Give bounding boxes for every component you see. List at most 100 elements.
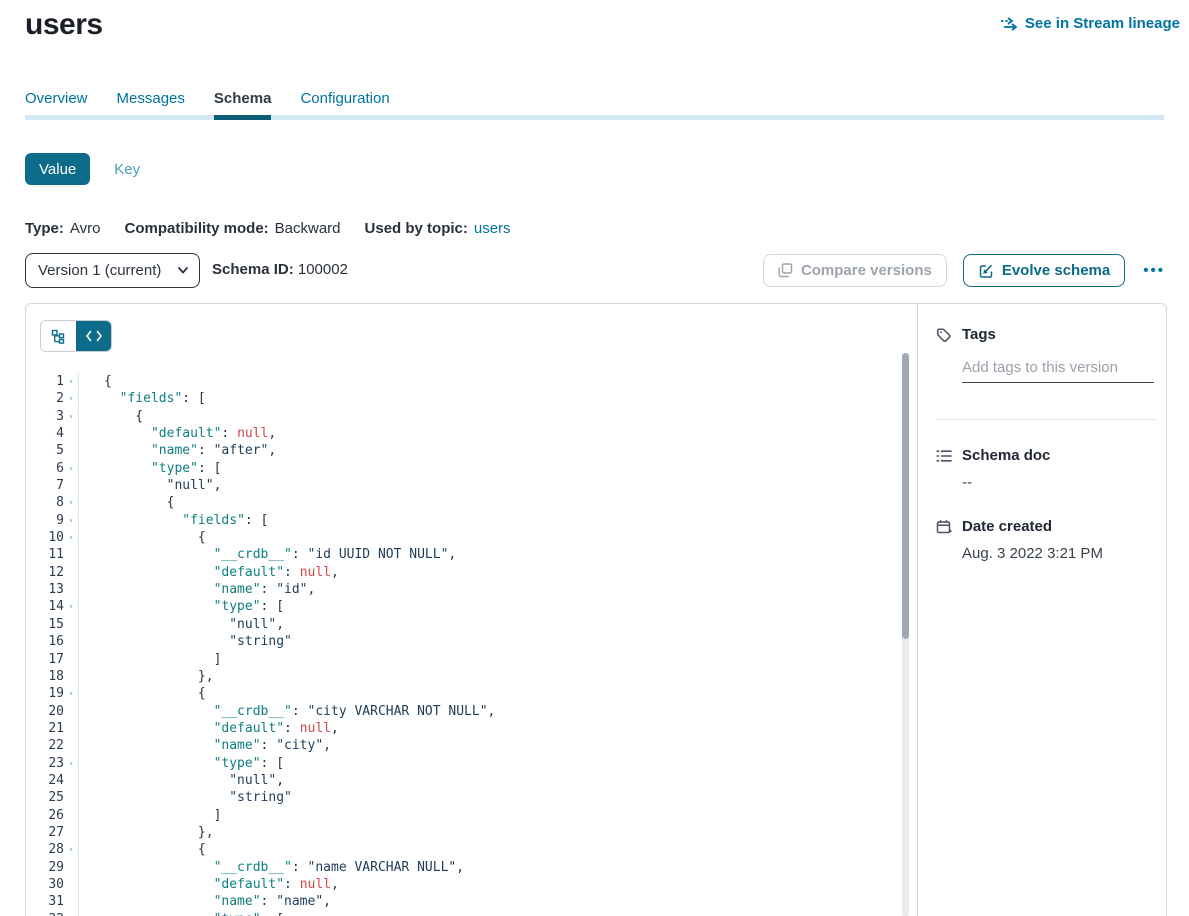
type-label: Type: xyxy=(25,220,64,237)
stream-lineage-link[interactable]: See in Stream lineage xyxy=(1000,15,1180,32)
compare-versions-button[interactable]: Compare versions xyxy=(763,254,947,287)
code-text: "type": [ xyxy=(78,460,917,477)
tab-overview-label: Overview xyxy=(25,90,88,107)
code-line: 18 }, xyxy=(26,668,917,685)
compare-versions-label: Compare versions xyxy=(801,262,932,279)
fold-toggle-icon[interactable]: ▾ xyxy=(64,390,78,407)
evolve-schema-button[interactable]: Evolve schema xyxy=(963,254,1125,287)
line-number: 2 xyxy=(26,390,64,407)
code-text: "null", xyxy=(78,772,917,789)
fold-spacer xyxy=(64,807,78,824)
code-text: { xyxy=(78,685,917,702)
sidebar-divider xyxy=(936,419,1156,420)
schema-id-value: 100002 xyxy=(298,261,348,278)
code-text: ] xyxy=(78,807,917,824)
fold-toggle-icon[interactable]: ▾ xyxy=(64,755,78,772)
code-lines: 1▾{2▾ "fields": [3▾ {4 "default": null,5… xyxy=(26,373,917,916)
code-text: "type": [ xyxy=(78,598,917,615)
code-text: }, xyxy=(78,668,917,685)
code-line: 4 "default": null, xyxy=(26,425,917,442)
fold-toggle-icon[interactable]: ▾ xyxy=(64,529,78,546)
fold-toggle-icon[interactable]: ▾ xyxy=(64,685,78,702)
code-view-button[interactable] xyxy=(76,321,111,351)
fold-spacer xyxy=(64,477,78,494)
stream-lineage-icon xyxy=(1000,16,1018,32)
fold-toggle-icon[interactable]: ▾ xyxy=(64,911,78,916)
tag-icon xyxy=(936,327,952,343)
tab-messages[interactable]: Messages xyxy=(117,90,185,120)
tree-view-button[interactable] xyxy=(41,321,76,351)
code-text: "string" xyxy=(78,789,917,806)
code-line: 32▾ "type": [ xyxy=(26,911,917,916)
code-line: 14▾ "type": [ xyxy=(26,598,917,615)
code-line: 20 "__crdb__": "city VARCHAR NOT NULL", xyxy=(26,703,917,720)
line-number: 31 xyxy=(26,893,64,910)
add-tags-input[interactable] xyxy=(962,357,1154,383)
fold-toggle-icon[interactable]: ▾ xyxy=(64,373,78,390)
code-line: 2▾ "fields": [ xyxy=(26,390,917,407)
code-line: 7 "null", xyxy=(26,477,917,494)
line-number: 15 xyxy=(26,616,64,633)
fold-spacer xyxy=(64,876,78,893)
schema-sidebar: Tags Schema doc -- xyxy=(919,304,1166,916)
code-text: "name": "id", xyxy=(78,581,917,598)
tags-heading: Tags xyxy=(962,326,996,343)
fold-toggle-icon[interactable]: ▾ xyxy=(64,460,78,477)
line-number: 8 xyxy=(26,494,64,511)
line-number: 17 xyxy=(26,651,64,668)
line-number: 30 xyxy=(26,876,64,893)
list-icon xyxy=(936,449,952,463)
topic-link[interactable]: users xyxy=(474,220,511,237)
fold-toggle-icon[interactable]: ▾ xyxy=(64,408,78,425)
fold-toggle-icon[interactable]: ▾ xyxy=(64,598,78,615)
fold-spacer xyxy=(64,546,78,563)
fold-spacer xyxy=(64,581,78,598)
code-line: 6▾ "type": [ xyxy=(26,460,917,477)
fold-spacer xyxy=(64,859,78,876)
value-toggle-button[interactable]: Value xyxy=(25,153,90,185)
tab-schema[interactable]: Schema xyxy=(214,90,272,120)
fold-spacer xyxy=(64,651,78,668)
date-created-heading: Date created xyxy=(962,518,1052,535)
fold-spacer xyxy=(64,824,78,841)
key-toggle-button[interactable]: Key xyxy=(114,161,140,178)
tab-configuration[interactable]: Configuration xyxy=(300,90,389,120)
code-line: 3▾ { xyxy=(26,408,917,425)
version-bar: Version 1 (current) Schema ID: 100002 Co… xyxy=(25,253,1167,289)
tab-overview[interactable]: Overview xyxy=(25,90,88,120)
code-view-icon xyxy=(86,330,102,342)
code-text: { xyxy=(78,373,917,390)
code-line: 16 "string" xyxy=(26,633,917,650)
line-number: 28 xyxy=(26,841,64,858)
tags-section: Tags xyxy=(936,326,1152,420)
line-number: 26 xyxy=(26,807,64,824)
code-text: { xyxy=(78,529,917,546)
code-text: "type": [ xyxy=(78,911,917,916)
code-line: 27 }, xyxy=(26,824,917,841)
schema-doc-value: -- xyxy=(962,474,1152,491)
code-text: ] xyxy=(78,651,917,668)
fold-spacer xyxy=(64,772,78,789)
fold-spacer xyxy=(64,737,78,754)
code-text: "name": "after", xyxy=(78,442,917,459)
fold-toggle-icon[interactable]: ▾ xyxy=(64,841,78,858)
code-text: "__crdb__": "city VARCHAR NOT NULL", xyxy=(78,703,917,720)
schema-page: users See in Stream lineage Overview Mes… xyxy=(0,0,1189,916)
fold-spacer xyxy=(64,789,78,806)
version-actions: Compare versions Evolve schema ••• xyxy=(763,254,1167,287)
version-select[interactable]: Version 1 (current) xyxy=(25,253,200,288)
code-text: "null", xyxy=(78,477,917,494)
line-number: 25 xyxy=(26,789,64,806)
editor-scrollbar-track[interactable] xyxy=(902,353,909,916)
line-number: 16 xyxy=(26,633,64,650)
editor-view-toggle xyxy=(40,320,112,352)
line-number: 10 xyxy=(26,529,64,546)
editor-scrollbar-thumb[interactable] xyxy=(902,353,909,639)
line-number: 5 xyxy=(26,442,64,459)
fold-toggle-icon[interactable]: ▾ xyxy=(64,494,78,511)
schema-id: Schema ID: 100002 xyxy=(212,261,348,278)
evolve-schema-icon xyxy=(978,263,994,279)
fold-toggle-icon[interactable]: ▾ xyxy=(64,512,78,529)
more-options-button[interactable]: ••• xyxy=(1141,258,1167,283)
code-text: "null", xyxy=(78,616,917,633)
